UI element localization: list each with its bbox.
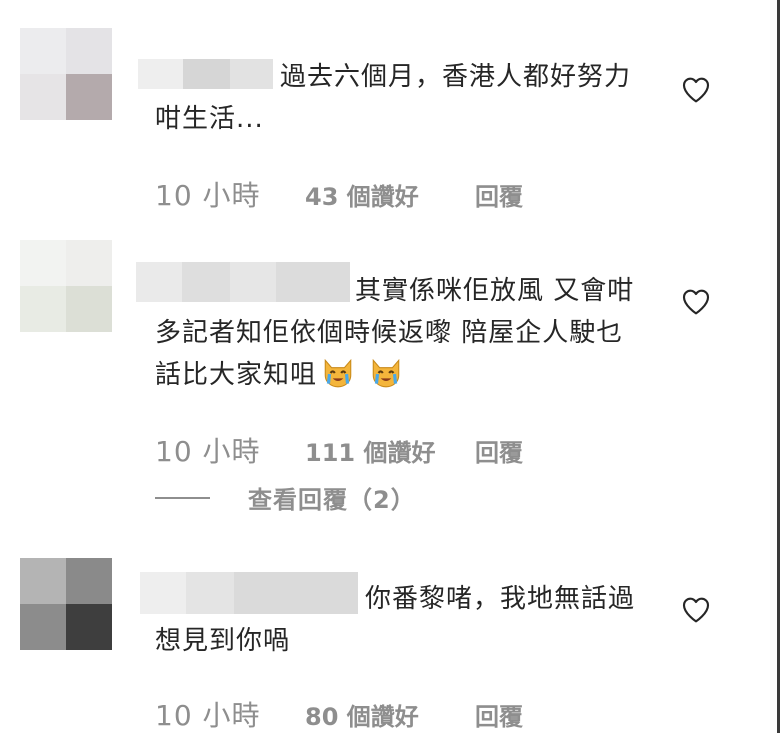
avatar-pixel <box>66 604 112 650</box>
comment-text: 你番黎啫，我地無話過想見到你喎 <box>155 584 636 656</box>
avatar-pixel <box>20 558 66 604</box>
likes-count[interactable]: 80 個讚好 <box>305 697 475 732</box>
avatar[interactable] <box>20 558 112 650</box>
avatar-pixel <box>20 604 66 650</box>
comment-time[interactable]: 10 小時 <box>155 694 305 734</box>
heart-icon[interactable] <box>680 594 712 626</box>
avatar-pixel <box>66 558 112 604</box>
comment-meta: 10 小時 80 個讚好 回覆 <box>155 696 523 732</box>
comment-item: 你番黎啫，我地無話過想見到你喎 10 小時 80 個讚好 回覆 <box>0 0 760 733</box>
reply-button[interactable]: 回覆 <box>475 697 523 732</box>
